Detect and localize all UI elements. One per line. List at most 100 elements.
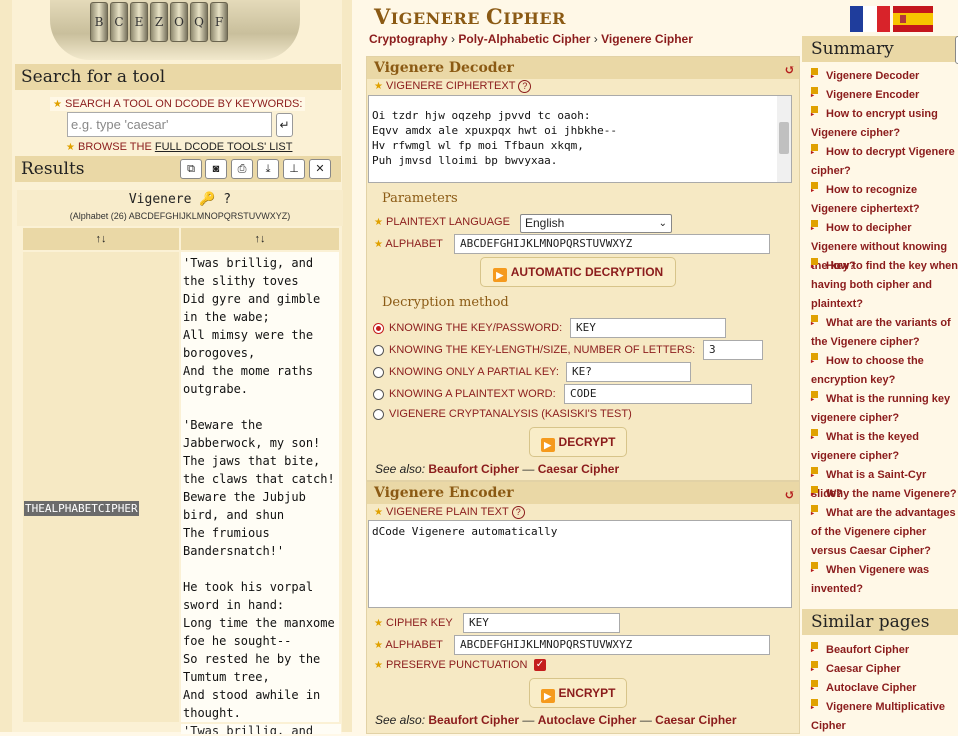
- method-label-plainword: KNOWING A PLAINTEXT WORD:: [389, 388, 556, 400]
- keylength-input[interactable]: 3: [703, 340, 763, 360]
- french-flag-icon[interactable]: [850, 6, 890, 32]
- summary-link-text[interactable]: How to encrypt using Vigenere cipher?: [811, 108, 938, 139]
- summary-link-text[interactable]: Vigenere Encoder: [826, 89, 919, 101]
- summary-link-text[interactable]: What is the keyed vigenere cipher?: [811, 431, 919, 462]
- summary-link[interactable]: ▸ What is the keyed vigenere cipher?: [811, 428, 958, 466]
- partial-key-input[interactable]: KE?: [566, 362, 691, 382]
- arrow-icon: ▸: [811, 642, 818, 654]
- plaintext-word-input[interactable]: CODE: [564, 384, 752, 404]
- summary-link[interactable]: ▸ How to decrypt Vigenere cipher?: [811, 143, 958, 181]
- separator: —: [522, 713, 535, 727]
- see-also-link[interactable]: Caesar Cipher: [538, 462, 619, 476]
- see-also-link[interactable]: Beaufort Cipher: [428, 713, 519, 727]
- method-radio-keylength[interactable]: [373, 345, 384, 356]
- search-input[interactable]: e.g. type 'caesar': [67, 112, 272, 137]
- sort-column-2[interactable]: ↑↓: [181, 228, 339, 250]
- method-radio-key[interactable]: [373, 323, 384, 334]
- logo-ring: O: [170, 2, 188, 42]
- summary-link[interactable]: ▸ When Vigenere was invented?: [811, 561, 958, 599]
- encrypt-button[interactable]: ▶ ENCRYPT: [529, 678, 627, 708]
- star-icon: ★: [374, 660, 383, 671]
- dcode-logo[interactable]: B C E Z O Q F: [50, 0, 300, 60]
- browse-tools: ★ BROWSE THE FULL DCODE TOOLS' LIST: [66, 141, 292, 153]
- summary-link-text[interactable]: Why the name Vigenere?: [826, 488, 957, 500]
- summary-link-text[interactable]: How to find the key when having both cip…: [811, 260, 958, 310]
- summary-link-text[interactable]: How to choose the encryption key?: [811, 355, 924, 386]
- ciphertext-input[interactable]: Oi tzdr hjw oqzehp jpvvd tc oaoh: Eqvv a…: [368, 95, 792, 183]
- preserve-punctuation-checkbox[interactable]: ✓: [534, 659, 546, 671]
- decoder-heading: Vigenere Decoder ↺: [367, 57, 799, 79]
- preserve-punctuation-label: ★ PRESERVE PUNCTUATION: [374, 659, 527, 671]
- similar-link[interactable]: ▸ Caesar Cipher: [811, 660, 958, 679]
- similar-link-text[interactable]: Autoclave Cipher: [826, 682, 916, 694]
- download-icon[interactable]: ⤓: [257, 159, 279, 179]
- summary-link-text[interactable]: How to decrypt Vigenere cipher?: [811, 146, 955, 177]
- see-also-link[interactable]: Beaufort Cipher: [428, 462, 519, 476]
- breadcrumb-link[interactable]: Cryptography: [369, 32, 448, 46]
- similar-link[interactable]: ▸ Beaufort Cipher: [811, 641, 958, 660]
- help-icon[interactable]: ?: [518, 80, 532, 93]
- summary-heading: Summary: [802, 36, 958, 62]
- breadcrumb: Cryptography › Poly-Alphabetic Cipher › …: [369, 32, 693, 46]
- close-icon[interactable]: ✕: [309, 159, 331, 179]
- language-select[interactable]: English ⌄: [520, 214, 672, 233]
- method-radio-partial[interactable]: [373, 367, 384, 378]
- summary-link[interactable]: ▸ Vigenere Decoder: [811, 67, 958, 86]
- summary-link[interactable]: ▸ Vigenere Encoder: [811, 86, 958, 105]
- alphabet-input[interactable]: ABCDEFGHIJKLMNOPQRSTUVWXYZ: [454, 234, 770, 254]
- similar-link[interactable]: ▸ Vigenere Multiplicative Cipher: [811, 698, 958, 736]
- ciphertext-scrollbar[interactable]: [777, 96, 791, 182]
- help-icon[interactable]: ?: [511, 506, 525, 519]
- key-input[interactable]: KEY: [570, 318, 726, 338]
- sort-column-1[interactable]: ↑↓: [23, 228, 179, 250]
- results-title-text: Vigenere: [128, 192, 192, 207]
- see-also-prefix: See also:: [375, 462, 426, 476]
- reset-icon[interactable]: ↺: [784, 485, 795, 507]
- summary-link[interactable]: ▸ What are the variants of the Vigenere c…: [811, 314, 958, 352]
- similar-link[interactable]: ▸ Autoclave Cipher: [811, 679, 958, 698]
- summary-link[interactable]: ▸ How to find the key when having both ci…: [811, 257, 958, 314]
- breadcrumb-link[interactable]: Poly-Alphabetic Cipher: [458, 32, 590, 46]
- summary-link[interactable]: ▸ Why the name Vigenere?: [811, 485, 958, 504]
- search-go-button[interactable]: ↵: [276, 113, 293, 137]
- breadcrumb-link[interactable]: Vigenere Cipher: [601, 32, 693, 46]
- key-result: THEALPHABETCIPHER: [24, 501, 139, 516]
- summary-link-text[interactable]: How to recognize Vigenere ciphertext?: [811, 184, 920, 215]
- cipher-key-input[interactable]: KEY: [463, 613, 620, 633]
- summary-link[interactable]: ▸ What are the advantages of the Vigenere…: [811, 504, 958, 561]
- copy-icon[interactable]: ⧉: [180, 159, 202, 179]
- spanish-flag-icon[interactable]: [893, 6, 933, 32]
- automatic-decryption-button[interactable]: ▶ AUTOMATIC DECRYPTION: [480, 257, 676, 287]
- summary-link-text[interactable]: Vigenere Decoder: [826, 70, 919, 82]
- screenshot-icon[interactable]: ◙: [205, 159, 227, 179]
- summary-link-text[interactable]: What are the variants of the Vigenere ci…: [811, 317, 951, 348]
- arrow-icon: ▸: [811, 258, 818, 270]
- see-also-link[interactable]: Caesar Cipher: [655, 713, 736, 727]
- star-icon: ★: [374, 507, 383, 518]
- pin-icon[interactable]: ⊥: [283, 159, 305, 179]
- decrypt-button[interactable]: ▶ DECRYPT: [529, 427, 627, 457]
- summary-link[interactable]: ▸ How to choose the encryption key?: [811, 352, 958, 390]
- print-icon[interactable]: ⎙: [231, 159, 253, 179]
- summary-link[interactable]: ▸ How to recognize Vigenere ciphertext?: [811, 181, 958, 219]
- summary-link-text[interactable]: When Vigenere was invented?: [811, 564, 929, 595]
- similar-link-text[interactable]: Beaufort Cipher: [826, 644, 909, 656]
- similar-link-text[interactable]: Vigenere Multiplicative Cipher: [811, 701, 945, 732]
- table-cell-key: THEALPHABETCIPHER: [23, 252, 179, 722]
- encoder-alphabet-input[interactable]: ABCDEFGHIJKLMNOPQRSTUVWXYZ: [454, 635, 770, 655]
- title-letter: V: [374, 4, 391, 29]
- scrollbar-thumb[interactable]: [779, 122, 789, 154]
- browse-tools-link[interactable]: FULL DCODE TOOLS' LIST: [155, 141, 293, 153]
- arrow-icon: ▸: [811, 562, 818, 574]
- similar-link-text[interactable]: Caesar Cipher: [826, 663, 901, 675]
- plain-text-input[interactable]: dCode Vigenere automatically: [368, 520, 792, 608]
- summary-link-text[interactable]: What is the running key vigenere cipher?: [811, 393, 950, 424]
- method-radio-kasiski[interactable]: [373, 409, 384, 420]
- summary-link-text[interactable]: What are the advantages of the Vigenere …: [811, 507, 956, 557]
- key-help-icon[interactable]: 🔑 ?: [199, 192, 231, 207]
- see-also-link[interactable]: Autoclave Cipher: [538, 713, 637, 727]
- summary-link[interactable]: ▸ What is the running key vigenere cipher…: [811, 390, 958, 428]
- method-radio-plainword[interactable]: [373, 389, 384, 400]
- summary-link[interactable]: ▸ How to encrypt using Vigenere cipher?: [811, 105, 958, 143]
- reset-icon[interactable]: ↺: [784, 60, 795, 82]
